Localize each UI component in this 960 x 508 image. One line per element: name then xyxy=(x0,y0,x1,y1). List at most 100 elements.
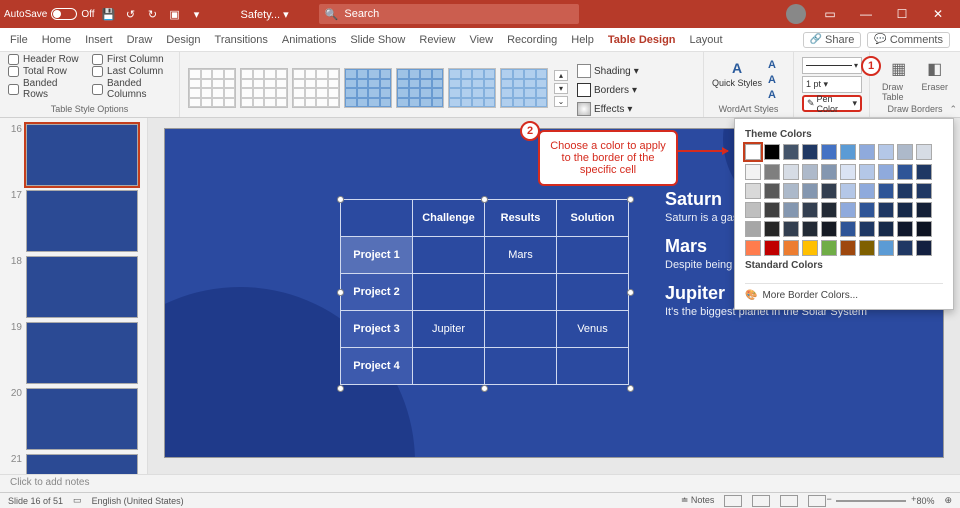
table-styles-gallery[interactable]: ▴▾⌄ Shading ▾ Borders ▾ Effects ▾ xyxy=(188,54,695,118)
fit-to-window-icon[interactable]: ⊕ xyxy=(944,495,952,506)
quick-styles-icon[interactable]: A xyxy=(727,58,747,78)
minimize-button[interactable]: — xyxy=(848,0,884,28)
color-swatch[interactable] xyxy=(802,164,818,180)
header-row-checkbox[interactable]: Header Row xyxy=(8,54,82,65)
banded-rows-checkbox[interactable]: Banded Rows xyxy=(8,78,82,100)
color-swatch[interactable] xyxy=(897,240,913,256)
color-swatch[interactable] xyxy=(859,221,875,237)
color-swatch[interactable] xyxy=(745,240,761,256)
text-outline-icon[interactable]: A xyxy=(764,73,780,87)
color-swatch[interactable] xyxy=(821,183,837,199)
color-swatch[interactable] xyxy=(840,240,856,256)
search-box[interactable]: 🔍 xyxy=(319,4,579,24)
color-swatch[interactable] xyxy=(859,164,875,180)
color-swatch[interactable] xyxy=(878,202,894,218)
thumbnail-18[interactable] xyxy=(26,256,138,318)
color-swatch[interactable] xyxy=(802,183,818,199)
color-swatch[interactable] xyxy=(764,164,780,180)
color-swatch[interactable] xyxy=(802,221,818,237)
undo-icon[interactable]: ↺ xyxy=(123,6,139,22)
share-button[interactable]: 🔗 Share xyxy=(803,32,862,48)
color-swatch[interactable] xyxy=(840,183,856,199)
thumbnail-21[interactable] xyxy=(26,454,138,474)
color-swatch[interactable] xyxy=(859,144,875,160)
qat-more-icon[interactable]: ▾ xyxy=(189,6,205,22)
color-swatch[interactable] xyxy=(802,144,818,160)
text-effects-icon[interactable]: A xyxy=(764,88,780,102)
color-swatch[interactable] xyxy=(859,202,875,218)
redo-icon[interactable]: ↻ xyxy=(145,6,161,22)
collapse-ribbon-icon[interactable]: ⌃ xyxy=(949,104,957,115)
color-swatch[interactable] xyxy=(821,221,837,237)
color-swatch[interactable] xyxy=(916,164,932,180)
sorter-view-icon[interactable] xyxy=(752,495,770,507)
search-input[interactable] xyxy=(344,8,572,20)
color-swatch[interactable] xyxy=(821,144,837,160)
color-swatch[interactable] xyxy=(821,164,837,180)
color-swatch[interactable] xyxy=(821,202,837,218)
color-swatch[interactable] xyxy=(802,202,818,218)
color-swatch[interactable] xyxy=(916,183,932,199)
slideshow-view-icon[interactable] xyxy=(808,495,826,507)
tab-slideshow[interactable]: Slide Show xyxy=(350,34,405,46)
color-swatch[interactable] xyxy=(878,240,894,256)
color-swatch[interactable] xyxy=(764,144,780,160)
color-swatch[interactable] xyxy=(897,164,913,180)
color-swatch[interactable] xyxy=(916,240,932,256)
color-swatch[interactable] xyxy=(821,240,837,256)
notes-toggle[interactable]: ≐ Notes xyxy=(681,495,715,506)
color-swatch[interactable] xyxy=(783,164,799,180)
tab-review[interactable]: Review xyxy=(419,34,455,46)
tab-design[interactable]: Design xyxy=(166,34,200,46)
color-swatch[interactable] xyxy=(745,144,761,160)
close-button[interactable]: ✕ xyxy=(920,0,956,28)
color-swatch[interactable] xyxy=(840,221,856,237)
color-swatch[interactable] xyxy=(764,202,780,218)
color-swatch[interactable] xyxy=(897,221,913,237)
shading-dropdown[interactable]: Shading ▾ xyxy=(572,62,644,80)
slide-counter[interactable]: Slide 16 of 51 xyxy=(8,496,63,506)
thumbnail-20[interactable] xyxy=(26,388,138,450)
color-swatch[interactable] xyxy=(916,221,932,237)
last-column-checkbox[interactable]: Last Column xyxy=(92,66,171,77)
effects-dropdown[interactable]: Effects ▾ xyxy=(572,100,644,118)
maximize-button[interactable]: ☐ xyxy=(884,0,920,28)
color-swatch[interactable] xyxy=(783,202,799,218)
color-swatch[interactable] xyxy=(878,164,894,180)
color-swatch[interactable] xyxy=(840,202,856,218)
color-swatch[interactable] xyxy=(745,183,761,199)
tab-animations[interactable]: Animations xyxy=(282,34,336,46)
table-style-swatch[interactable] xyxy=(240,68,288,108)
tab-transitions[interactable]: Transitions xyxy=(215,34,268,46)
table-style-swatch[interactable] xyxy=(292,68,340,108)
table-style-swatch[interactable] xyxy=(448,68,496,108)
color-swatch[interactable] xyxy=(764,240,780,256)
color-swatch[interactable] xyxy=(878,144,894,160)
ribbon-display-icon[interactable]: ▭ xyxy=(812,0,848,28)
table-style-swatch[interactable] xyxy=(396,68,444,108)
more-colors-button[interactable]: 🎨 More Border Colors... xyxy=(745,283,943,301)
autosave-toggle[interactable]: AutoSave Off xyxy=(4,8,95,20)
text-fill-icon[interactable]: A xyxy=(764,58,780,72)
thumbnail-16[interactable] xyxy=(26,124,138,186)
color-swatch[interactable] xyxy=(878,221,894,237)
color-swatch[interactable] xyxy=(783,144,799,160)
tab-file[interactable]: File xyxy=(10,34,28,46)
normal-view-icon[interactable] xyxy=(724,495,742,507)
first-column-checkbox[interactable]: First Column xyxy=(92,54,171,65)
tab-layout[interactable]: Layout xyxy=(690,34,723,46)
tab-draw[interactable]: Draw xyxy=(127,34,153,46)
start-slideshow-icon[interactable]: ▣ xyxy=(167,6,183,22)
eraser-button[interactable]: ◧Eraser xyxy=(921,58,948,92)
tab-table-design[interactable]: Table Design xyxy=(608,34,676,46)
color-swatch[interactable] xyxy=(745,221,761,237)
notes-pane[interactable]: Click to add notes xyxy=(0,474,960,492)
accessibility-icon[interactable]: ▭ xyxy=(73,495,82,506)
tab-recording[interactable]: Recording xyxy=(507,34,557,46)
color-swatch[interactable] xyxy=(802,240,818,256)
save-icon[interactable]: 💾 xyxy=(101,6,117,22)
total-row-checkbox[interactable]: Total Row xyxy=(8,66,82,77)
borders-dropdown[interactable]: Borders ▾ xyxy=(572,81,644,99)
table-style-swatch[interactable] xyxy=(188,68,236,108)
draw-table-button[interactable]: ▦Draw Table xyxy=(882,58,915,102)
